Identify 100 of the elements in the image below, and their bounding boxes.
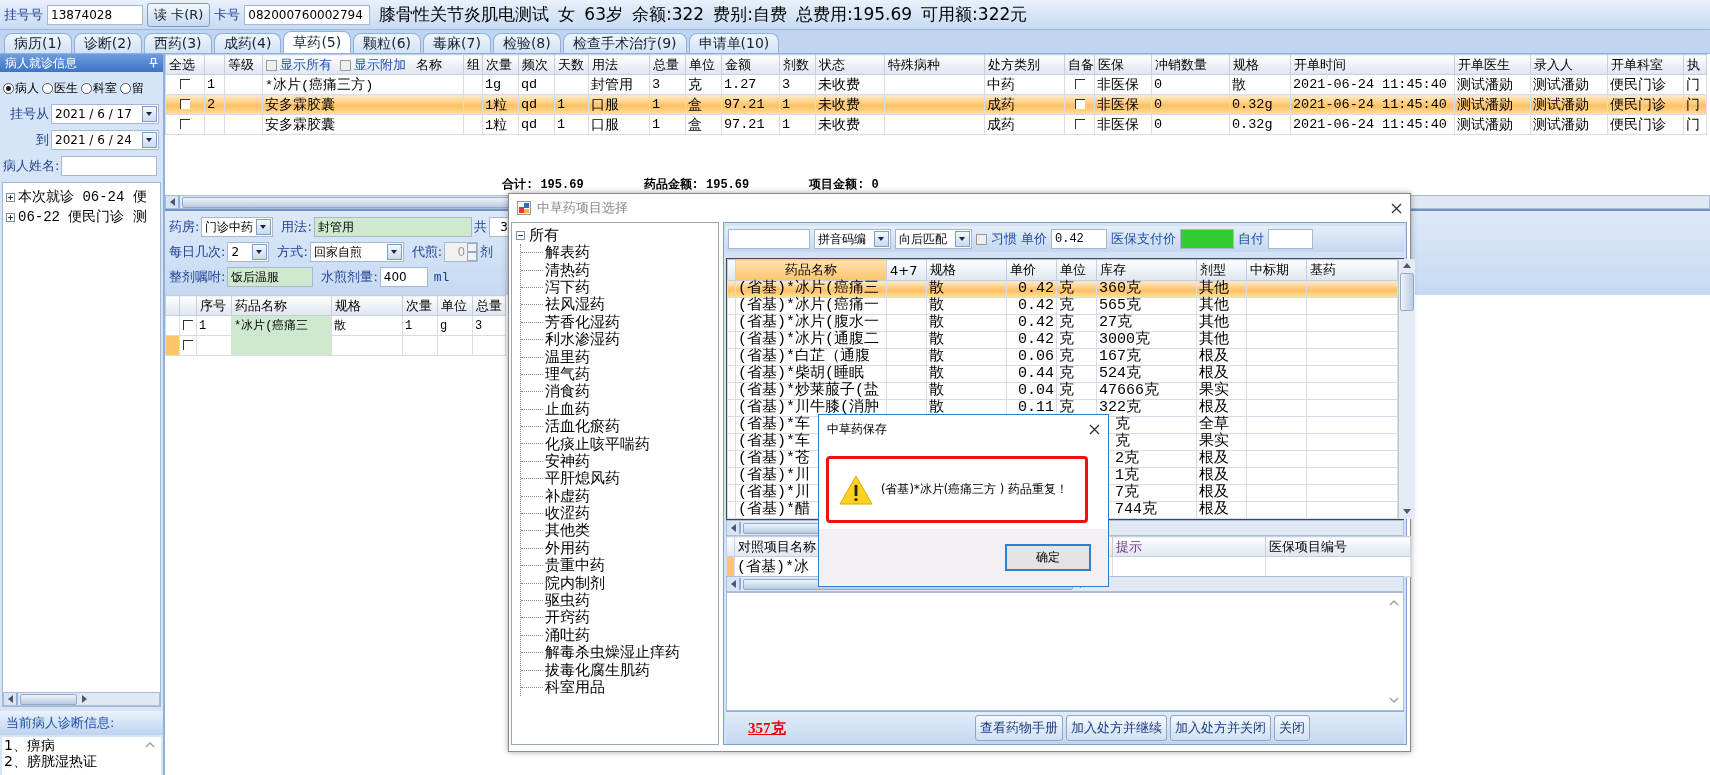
date-field[interactable]: 2021 / 6 / 24 bbox=[51, 130, 159, 150]
input-field[interactable]: 0.42 bbox=[1051, 229, 1107, 249]
tree-item[interactable]: 止血药 bbox=[545, 399, 590, 419]
close-icon[interactable] bbox=[1089, 423, 1100, 435]
vertical-scrollbar[interactable] bbox=[1398, 259, 1415, 519]
input-field[interactable]: 封管用 bbox=[313, 217, 472, 237]
tab[interactable]: 检查手术治疗(9) bbox=[562, 33, 687, 53]
tree-item[interactable]: 06-22 便民门诊 测 bbox=[18, 208, 147, 226]
tree-item[interactable]: 其他类 bbox=[545, 521, 590, 541]
tab[interactable]: 西药(3) bbox=[143, 33, 212, 53]
tree-item[interactable]: 驱虫药 bbox=[545, 591, 590, 610]
tree-item[interactable]: 活血化瘀药 bbox=[545, 417, 620, 437]
tree-item[interactable]: 本次就诊 06-24 便 bbox=[18, 188, 147, 206]
tree-item[interactable]: 科室用品 bbox=[545, 677, 605, 697]
checkbox[interactable] bbox=[976, 233, 987, 245]
tree-item[interactable]: 祛风湿药 bbox=[545, 295, 605, 315]
tab[interactable]: 诊断(2) bbox=[73, 33, 142, 53]
tree-item[interactable]: 安神药 bbox=[545, 451, 590, 471]
pin-icon[interactable] bbox=[149, 58, 158, 68]
date-field[interactable]: 2021 / 6 / 17 bbox=[51, 104, 159, 124]
checkbox[interactable] bbox=[183, 320, 193, 331]
radio-label[interactable]: 病人 bbox=[15, 80, 39, 97]
row-header[interactable] bbox=[727, 416, 736, 434]
tree-item[interactable]: 利水渗湿药 bbox=[545, 330, 620, 350]
dialog-button[interactable]: 关闭 bbox=[1273, 715, 1310, 741]
column-header[interactable]: 库存 bbox=[1096, 259, 1197, 281]
tree-item[interactable]: 外用药 bbox=[545, 538, 590, 558]
row-header[interactable] bbox=[727, 314, 736, 332]
checkbox-label[interactable]: 习惯 bbox=[991, 230, 1017, 248]
tree-item[interactable]: 化痰止咳平喘药 bbox=[545, 434, 650, 454]
tree-item[interactable]: 泻下药 bbox=[545, 278, 590, 297]
price-field[interactable] bbox=[1180, 229, 1234, 249]
tree-item[interactable]: 温里药 bbox=[545, 347, 590, 367]
scroll-up-icon[interactable] bbox=[1389, 599, 1399, 606]
checkbox[interactable] bbox=[183, 340, 193, 351]
row-header[interactable] bbox=[727, 382, 736, 400]
tree-item[interactable]: 清热药 bbox=[545, 260, 590, 280]
radio-button[interactable] bbox=[81, 83, 92, 94]
radio-label[interactable]: 留 bbox=[132, 80, 144, 97]
tree-item[interactable]: 解表药 bbox=[545, 243, 590, 263]
row-header[interactable] bbox=[727, 501, 736, 519]
row-header[interactable] bbox=[727, 399, 736, 417]
row-header[interactable] bbox=[727, 467, 736, 485]
tree-item[interactable]: 芳香化湿药 bbox=[545, 312, 620, 332]
registration-field[interactable]: 13874028 bbox=[47, 4, 143, 25]
dialog-button[interactable]: 查看药物手册 bbox=[974, 715, 1063, 741]
checkbox-label[interactable]: 显示附加 bbox=[354, 56, 406, 72]
dialog-button[interactable]: 加入处方并继续 bbox=[1065, 715, 1167, 741]
tree-item[interactable]: 院内制剂 bbox=[545, 573, 605, 593]
tab[interactable]: 病历(1) bbox=[4, 33, 72, 53]
tree-item[interactable]: 贵重中药 bbox=[545, 556, 605, 576]
radio-button[interactable] bbox=[120, 83, 131, 94]
tree-item[interactable]: 解毒杀虫燥湿止痒药 bbox=[545, 643, 680, 663]
card-number-field[interactable]: 082000760002794 bbox=[244, 4, 371, 25]
row-header[interactable] bbox=[727, 484, 736, 502]
checkbox[interactable] bbox=[266, 59, 277, 71]
row-header[interactable] bbox=[727, 365, 736, 383]
input-field[interactable] bbox=[1268, 229, 1313, 249]
radio-label[interactable]: 科室 bbox=[93, 80, 117, 97]
tab[interactable]: 申请单(10) bbox=[688, 33, 780, 53]
row-header[interactable] bbox=[727, 348, 736, 366]
dialog-button[interactable]: 加入处方并关闭 bbox=[1169, 715, 1271, 741]
radio-button[interactable] bbox=[42, 83, 53, 94]
collapse-icon[interactable] bbox=[516, 230, 525, 240]
expand-icon[interactable] bbox=[6, 212, 15, 222]
radio-label[interactable]: 医生 bbox=[54, 80, 78, 97]
tree-item[interactable]: 所有 bbox=[529, 225, 559, 245]
column-header[interactable]: 中标期 bbox=[1246, 259, 1307, 281]
scroll-up-icon[interactable] bbox=[145, 741, 155, 748]
tab[interactable]: 成药(4) bbox=[213, 33, 282, 53]
tree-item[interactable]: 开窍药 bbox=[545, 608, 590, 628]
row-header[interactable] bbox=[727, 450, 736, 468]
dropdown-field[interactable]: 向后匹配 bbox=[895, 229, 972, 249]
table-row[interactable]: 2 安多霖胶囊 1粒 qd 1 口服 1 盒 97.21 1 未收费 成药 非医保 0 0.32g 2021-06-24 11:45:40 测试潘勋 测试潘勋 便民门诊 门 bbox=[165, 94, 1707, 115]
checkbox[interactable] bbox=[180, 99, 190, 110]
tree-item[interactable]: 消食药 bbox=[545, 382, 590, 402]
dropdown-field[interactable]: 回家自煎 bbox=[309, 242, 404, 262]
scroll-down-icon[interactable] bbox=[1389, 697, 1399, 704]
checkbox-label[interactable]: 显示所有 bbox=[280, 56, 332, 72]
tree-item[interactable]: 涌吐药 bbox=[545, 625, 590, 645]
input-field[interactable] bbox=[61, 156, 158, 176]
column-header[interactable]: 基药 bbox=[1306, 259, 1398, 281]
row-header[interactable] bbox=[727, 297, 736, 315]
row-header[interactable] bbox=[726, 556, 735, 577]
tree-item[interactable]: 理气药 bbox=[545, 364, 590, 384]
column-header[interactable]: 规格 bbox=[926, 259, 1007, 281]
dropdown-field[interactable]: 门诊中药 bbox=[201, 217, 274, 237]
search-field[interactable] bbox=[728, 229, 810, 249]
tab[interactable]: 检验(8) bbox=[492, 33, 561, 53]
expand-icon[interactable] bbox=[6, 192, 15, 202]
tab[interactable]: 颗粒(6) bbox=[353, 33, 422, 53]
read-card-button[interactable]: 读 卡(R) bbox=[147, 2, 211, 27]
column-header[interactable]: 单价 bbox=[1006, 259, 1057, 281]
column-header[interactable]: 单位 bbox=[1056, 259, 1097, 281]
tree-item[interactable]: 补虚药 bbox=[545, 486, 590, 506]
tree-item[interactable]: 拔毒化腐生肌药 bbox=[545, 660, 650, 680]
dropdown-field[interactable]: 拼音码编 bbox=[814, 229, 891, 249]
row-header[interactable] bbox=[727, 433, 736, 451]
table-row[interactable]: 安多霖胶囊 1粒 qd 1 口服 1 盒 97.21 1 未收费 成药 非医保 0 0.32g 2021-06-24 11:45:40 测试潘勋 测试潘勋 便民门诊 门 bbox=[165, 114, 1707, 135]
tree-item[interactable]: 平肝熄风药 bbox=[545, 469, 620, 489]
